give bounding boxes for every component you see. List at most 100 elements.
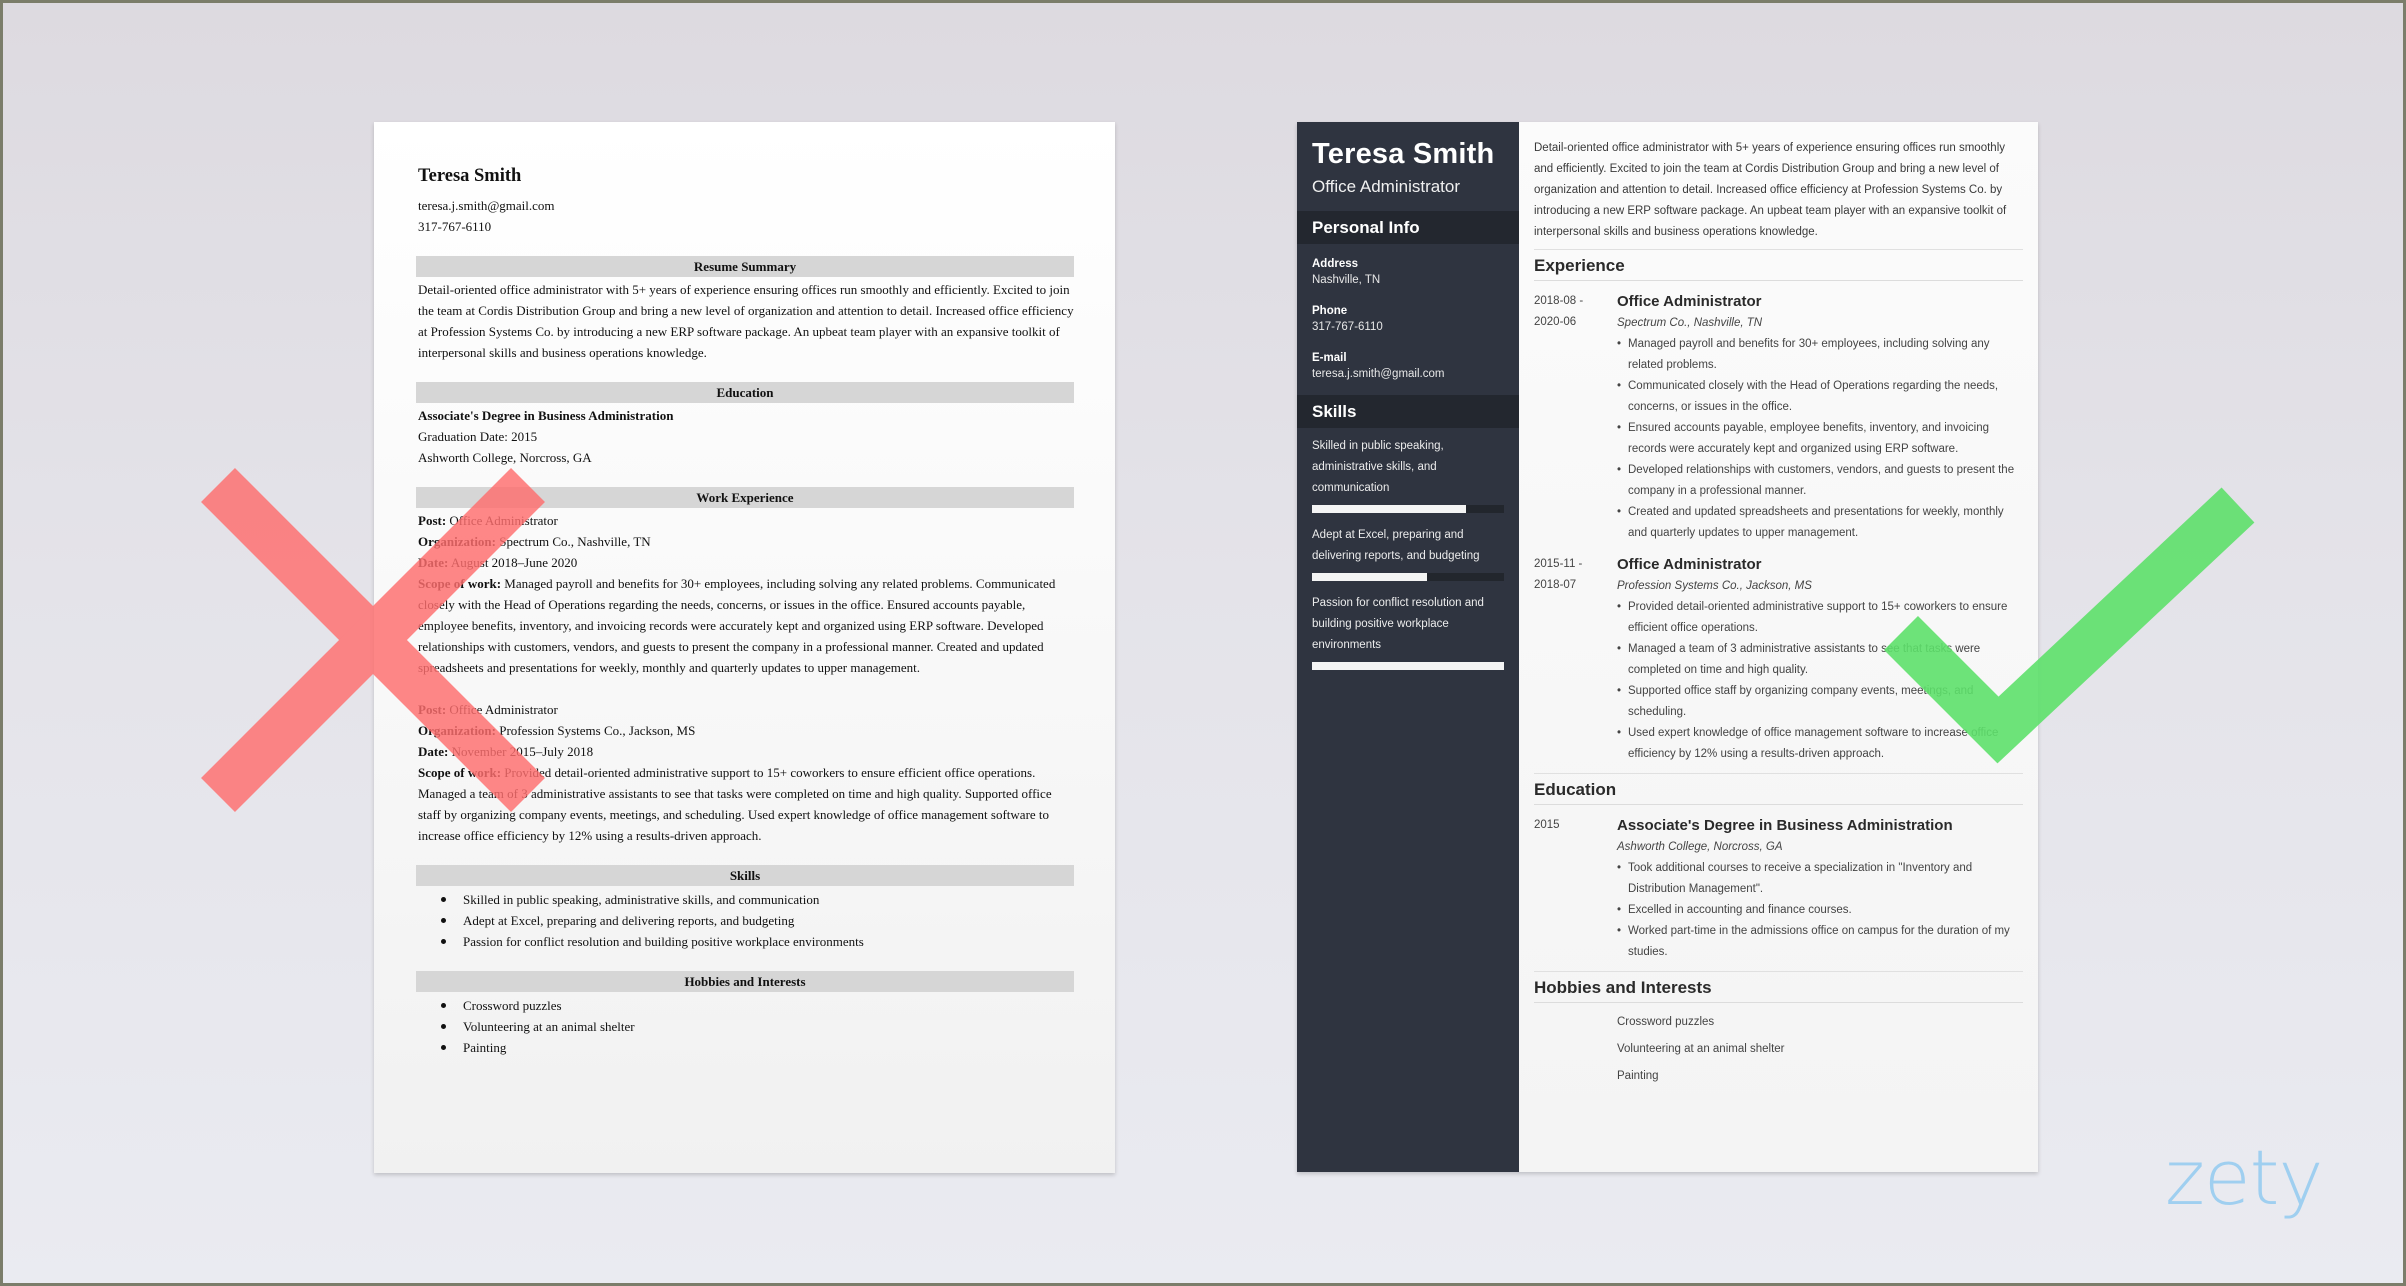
- organization-label: Organization:: [418, 534, 496, 549]
- organization-label: Organization:: [418, 723, 496, 738]
- skill-text: Passion for conflict resolution and buil…: [1312, 597, 1484, 651]
- job-date: November 2015–July 2018: [451, 744, 594, 759]
- hobby-item: Painting: [439, 1037, 1074, 1058]
- date-end: 2018-07: [1534, 579, 1577, 591]
- hobby-item: Crossword puzzles: [1617, 1016, 1715, 1028]
- skills-list: Skilled in public speaking, administrati…: [418, 889, 1074, 952]
- section-heading: Education: [416, 382, 1074, 403]
- date-end: 2020-06: [1534, 316, 1577, 328]
- date-label: Date:: [418, 744, 449, 759]
- bullet: Took additional courses to receive a spe…: [1617, 858, 2023, 900]
- hobbies-list: Crossword puzzles Volunteering at an ani…: [1534, 1009, 2023, 1090]
- resume-email: teresa.j.smith@gmail.com: [418, 198, 555, 213]
- section-heading: Hobbies and Interests: [416, 971, 1074, 992]
- degree: Associate's Degree in Business Administr…: [1617, 817, 1953, 834]
- summary-text: Detail-oriented office administrator wit…: [1534, 138, 2023, 250]
- education-entry: 2015 Associate's Degree in Business Admi…: [1534, 815, 2023, 963]
- scope-label: Scope of work:: [418, 765, 502, 780]
- scope-label: Scope of work:: [418, 576, 502, 591]
- school: Ashworth College, Norcross, GA: [418, 450, 592, 465]
- summary-section: Resume Summary Detail-oriented office ad…: [416, 256, 1074, 363]
- hobbies-list: Crossword puzzles Volunteering at an ani…: [418, 995, 1074, 1058]
- job-role: Office Administrator: [1617, 293, 1762, 310]
- resume-main: Detail-oriented office administrator wit…: [1519, 122, 2038, 1172]
- post-label: Post:: [418, 702, 447, 717]
- info-value: 317-767-6110: [1312, 321, 1383, 333]
- skill-item: Passion for conflict resolution and buil…: [439, 931, 1074, 952]
- bullet: Created and updated spreadsheets and pre…: [1617, 502, 2023, 544]
- hobby-item: Painting: [1617, 1070, 1659, 1082]
- section-heading: Experience: [1534, 250, 2023, 281]
- resume-name: Teresa Smith: [418, 166, 522, 186]
- job-entry: 2018-08 - 2020-06 Office Administrator S…: [1534, 291, 2023, 544]
- info-label: Phone: [1312, 305, 1348, 317]
- skill-level-fill: [1312, 573, 1428, 581]
- bullet: Used expert knowledge of office manageme…: [1617, 723, 2023, 765]
- resume-name: Teresa Smith: [1312, 138, 1495, 170]
- skill-text: Adept at Excel, preparing and delivering…: [1312, 529, 1480, 562]
- personal-info: Address Nashville, TN Phone 317-767-6110…: [1297, 244, 1519, 383]
- section-heading: Education: [1534, 774, 2023, 805]
- hobby-item: Crossword puzzles: [439, 995, 1074, 1016]
- skill-entry: Passion for conflict resolution and buil…: [1297, 593, 1519, 670]
- bullet: Excelled in accounting and finance cours…: [1617, 900, 2023, 921]
- hobbies-section: Hobbies and Interests Crossword puzzles …: [416, 971, 1074, 1058]
- skill-item: Adept at Excel, preparing and delivering…: [439, 910, 1074, 931]
- post-label: Post:: [418, 513, 447, 528]
- date-start: 2018-08 -: [1534, 295, 1584, 307]
- summary-text: Detail-oriented office administrator wit…: [418, 282, 1074, 360]
- job-org: Profession Systems Co., Jackson, MS: [1617, 580, 1812, 592]
- sidebar-heading: Skills: [1297, 395, 1519, 428]
- good-resume-page: Teresa Smith Office Administrator Person…: [1297, 122, 2038, 1172]
- bullet: Supported office staff by organizing com…: [1617, 681, 2023, 723]
- skill-level-fill: [1312, 662, 1504, 670]
- skill-level-fill: [1312, 505, 1466, 513]
- skill-item: Skilled in public speaking, administrati…: [439, 889, 1074, 910]
- skills-section: Skills Skilled in public speaking, admin…: [416, 865, 1074, 952]
- info-label: E-mail: [1312, 352, 1347, 364]
- date-start: 2015-11 -: [1534, 558, 1583, 570]
- resume-job-title: Office Administrator: [1312, 177, 1461, 196]
- date-label: Date:: [418, 555, 449, 570]
- education-year: 2015: [1534, 819, 1560, 831]
- job-entry: Post: Office Administrator Organization:…: [418, 510, 1074, 678]
- bullet: Worked part-time in the admissions offic…: [1617, 921, 2023, 963]
- job-bullets: Managed payroll and benefits for 30+ emp…: [1617, 334, 2023, 544]
- skill-level-bar: [1312, 573, 1504, 581]
- bullet: Communicated closely with the Head of Op…: [1617, 376, 2023, 418]
- job-role: Office Administrator: [1617, 556, 1762, 573]
- section-heading: Resume Summary: [416, 256, 1074, 277]
- info-label: Address: [1312, 258, 1359, 270]
- bullet: Managed a team of 3 administrative assis…: [1617, 639, 2023, 681]
- bad-resume-page: Teresa Smith teresa.j.smith@gmail.com 31…: [374, 122, 1115, 1173]
- education-section: Education Associate's Degree in Business…: [416, 382, 1074, 468]
- hobby-item: Volunteering at an animal shelter: [439, 1016, 1074, 1037]
- job-dates: 2015-11 - 2018-07: [1534, 554, 1617, 765]
- job-date: August 2018–June 2020: [450, 555, 578, 570]
- bullet: Developed relationships with customers, …: [1617, 460, 2023, 502]
- graduation-date: Graduation Date: 2015: [418, 429, 538, 444]
- sidebar-heading: Personal Info: [1297, 211, 1519, 244]
- resume-sidebar: Teresa Smith Office Administrator Person…: [1297, 122, 1519, 1172]
- hobby-item: Volunteering at an animal shelter: [1617, 1043, 1785, 1055]
- zety-logo: zety: [2165, 1133, 2323, 1222]
- education-bullets: Took additional courses to receive a spe…: [1617, 858, 2023, 963]
- bullet: Managed payroll and benefits for 30+ emp…: [1617, 334, 2023, 376]
- job-dates: 2018-08 - 2020-06: [1534, 291, 1617, 544]
- job-org: Spectrum Co., Nashville, TN: [1617, 317, 1763, 329]
- bullet: Provided detail-oriented administrative …: [1617, 597, 2023, 639]
- skill-entry: Skilled in public speaking, administrati…: [1297, 436, 1519, 513]
- skill-level-bar: [1312, 505, 1504, 513]
- job-scope: Managed payroll and benefits for 30+ emp…: [418, 576, 1056, 675]
- job-entry: 2015-11 - 2018-07 Office Administrator P…: [1534, 554, 2023, 765]
- section-heading: Work Experience: [416, 487, 1074, 508]
- skill-entry: Adept at Excel, preparing and delivering…: [1297, 525, 1519, 581]
- skill-text: Skilled in public speaking, administrati…: [1312, 440, 1444, 494]
- section-heading: Hobbies and Interests: [1534, 972, 2023, 1003]
- info-value: teresa.j.smith@gmail.com: [1312, 368, 1445, 380]
- skill-level-bar: [1312, 662, 1504, 670]
- job-post: Office Administrator: [449, 702, 558, 717]
- job-organization: Profession Systems Co., Jackson, MS: [499, 723, 696, 738]
- degree: Associate's Degree in Business Administr…: [418, 408, 674, 423]
- job-entry: Post: Office Administrator Organization:…: [418, 699, 1074, 846]
